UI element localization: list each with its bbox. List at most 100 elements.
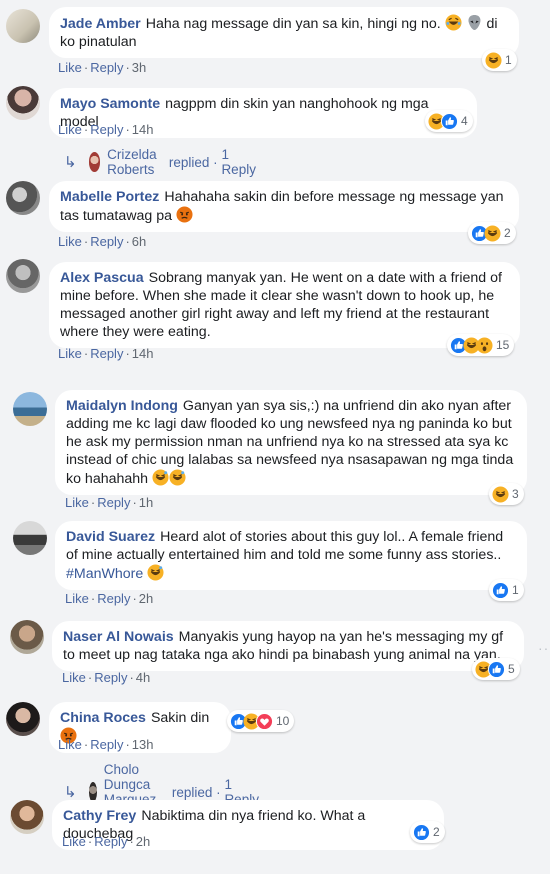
avatar[interactable] bbox=[10, 620, 44, 654]
separator: · bbox=[83, 60, 89, 75]
avatar[interactable] bbox=[13, 392, 47, 426]
commenter-name[interactable]: Jade Amber bbox=[60, 16, 141, 32]
avatar[interactable] bbox=[10, 800, 44, 834]
reply-link[interactable]: Reply bbox=[90, 346, 123, 361]
like-reaction-icon bbox=[413, 823, 430, 841]
reaction-summary[interactable]: 15 bbox=[447, 334, 515, 356]
reaction-count: 3 bbox=[512, 487, 519, 501]
comment-actions: Like · Reply · 2h bbox=[65, 591, 153, 606]
separator: · bbox=[132, 495, 137, 510]
reaction-count: 2 bbox=[504, 226, 511, 240]
like-link[interactable]: Like bbox=[62, 670, 86, 685]
reply-link[interactable]: Reply bbox=[97, 591, 130, 606]
more-options-icon[interactable]: ··· bbox=[538, 640, 550, 656]
separator: · bbox=[90, 591, 96, 606]
avatar[interactable] bbox=[6, 181, 40, 215]
avatar[interactable] bbox=[6, 259, 40, 293]
timestamp[interactable]: 14h bbox=[132, 122, 154, 137]
comment-bubble: Mabelle Portez Hahahaha sakin din before … bbox=[49, 181, 519, 232]
comment-actions: Like · Reply · 1h bbox=[65, 495, 153, 510]
separator: · bbox=[132, 591, 137, 606]
wow-reaction-icon bbox=[476, 336, 493, 354]
separator: · bbox=[125, 737, 130, 752]
reaction-count: 15 bbox=[496, 338, 510, 352]
timestamp[interactable]: 3h bbox=[132, 60, 146, 75]
comment-bubble: Jade Amber Haha nag message din yan sa ki… bbox=[49, 7, 519, 58]
avatar[interactable] bbox=[6, 86, 40, 120]
reply-link[interactable]: Reply bbox=[94, 834, 127, 849]
reply-arrow-icon: ↳ bbox=[64, 154, 77, 171]
timestamp[interactable]: 2h bbox=[139, 591, 153, 606]
like-reaction-icon bbox=[492, 581, 509, 599]
reaction-count: 10 bbox=[276, 714, 290, 728]
comment-actions: Like · Reply · 2h bbox=[62, 834, 150, 849]
comment-actions: Like · Reply · 4h bbox=[62, 670, 150, 685]
like-link[interactable]: Like bbox=[58, 346, 82, 361]
reply-link[interactable]: Reply bbox=[90, 737, 123, 752]
reply-avatar bbox=[88, 782, 97, 802]
separator: · bbox=[125, 234, 130, 249]
commenter-name[interactable]: Mabelle Portez bbox=[60, 189, 159, 205]
reply-link[interactable]: Reply bbox=[90, 234, 123, 249]
reaction-summary[interactable]: 1 bbox=[482, 49, 517, 71]
like-link[interactable]: Like bbox=[65, 495, 89, 510]
avatar[interactable] bbox=[6, 9, 40, 43]
commenter-name[interactable]: David Suarez bbox=[66, 529, 155, 545]
grinning-sweat-emoji-icon bbox=[147, 564, 164, 581]
grinning-sweat-emoji-icon bbox=[152, 469, 169, 486]
like-link[interactable]: Like bbox=[58, 60, 82, 75]
commenter-name[interactable]: Naser Al Nowais bbox=[63, 629, 174, 645]
timestamp[interactable]: 4h bbox=[136, 670, 150, 685]
reaction-summary[interactable]: 1 bbox=[489, 579, 524, 601]
separator: · bbox=[83, 346, 89, 361]
view-replies-link[interactable]: ↳ Crizelda Roberts replied · 1 Reply bbox=[64, 147, 256, 177]
separator: · bbox=[216, 784, 221, 800]
commenter-name[interactable]: Mayo Samonte bbox=[60, 96, 160, 112]
hashtag-link[interactable]: #ManWhore bbox=[66, 566, 143, 582]
reply-arrow-icon: ↳ bbox=[64, 784, 77, 801]
reaction-summary[interactable]: 2 bbox=[410, 821, 445, 843]
like-link[interactable]: Like bbox=[62, 834, 86, 849]
comment-actions: Like · Reply · 6h bbox=[58, 234, 146, 249]
reaction-summary[interactable]: 2 bbox=[468, 222, 516, 244]
commenter-name[interactable]: Maidalyn Indong bbox=[66, 398, 178, 414]
timestamp[interactable]: 14h bbox=[132, 346, 154, 361]
timestamp[interactable]: 2h bbox=[136, 834, 150, 849]
reply-link[interactable]: Reply bbox=[90, 60, 123, 75]
like-reaction-icon bbox=[441, 112, 458, 130]
commenter-name[interactable]: China Roces bbox=[60, 710, 146, 726]
reply-avatar bbox=[88, 152, 101, 172]
reply-link[interactable]: Reply bbox=[97, 495, 130, 510]
reply-label: replied bbox=[171, 784, 213, 800]
avatar[interactable] bbox=[6, 702, 40, 736]
commenter-name[interactable]: Cathy Frey bbox=[63, 808, 136, 824]
comment-actions: Like · Reply · 14h bbox=[58, 346, 154, 361]
reply-label: replied bbox=[168, 154, 210, 170]
reaction-count: 1 bbox=[505, 53, 512, 67]
like-link[interactable]: Like bbox=[65, 591, 89, 606]
grinning-sweat-emoji-icon bbox=[169, 469, 186, 486]
separator: · bbox=[83, 234, 89, 249]
commenter-name[interactable]: Alex Pascua bbox=[60, 270, 144, 286]
timestamp[interactable]: 13h bbox=[132, 737, 154, 752]
like-link[interactable]: Like bbox=[58, 737, 82, 752]
reaction-summary[interactable]: 5 bbox=[472, 658, 520, 680]
reaction-summary[interactable]: 10 bbox=[227, 710, 295, 732]
separator: · bbox=[213, 154, 218, 170]
reaction-summary[interactable]: 3 bbox=[489, 483, 524, 505]
angry-emoji-icon bbox=[176, 206, 193, 223]
comment-text: Haha nag message din yan sa kin, hingi n… bbox=[145, 16, 441, 32]
comment-bubble: Alex Pascua Sobrang manyak yan. He went o… bbox=[49, 262, 520, 348]
reply-link[interactable]: Reply bbox=[90, 122, 123, 137]
laughing-emoji-icon bbox=[445, 14, 462, 31]
separator: · bbox=[129, 834, 134, 849]
reaction-summary[interactable]: 4 bbox=[425, 110, 473, 132]
avatar[interactable] bbox=[13, 521, 47, 555]
reply-link[interactable]: Reply bbox=[94, 670, 127, 685]
haha-reaction-icon bbox=[485, 51, 502, 69]
like-link[interactable]: Like bbox=[58, 234, 82, 249]
timestamp[interactable]: 1h bbox=[139, 495, 153, 510]
like-link[interactable]: Like bbox=[58, 122, 82, 137]
timestamp[interactable]: 6h bbox=[132, 234, 146, 249]
reaction-count: 4 bbox=[461, 114, 468, 128]
